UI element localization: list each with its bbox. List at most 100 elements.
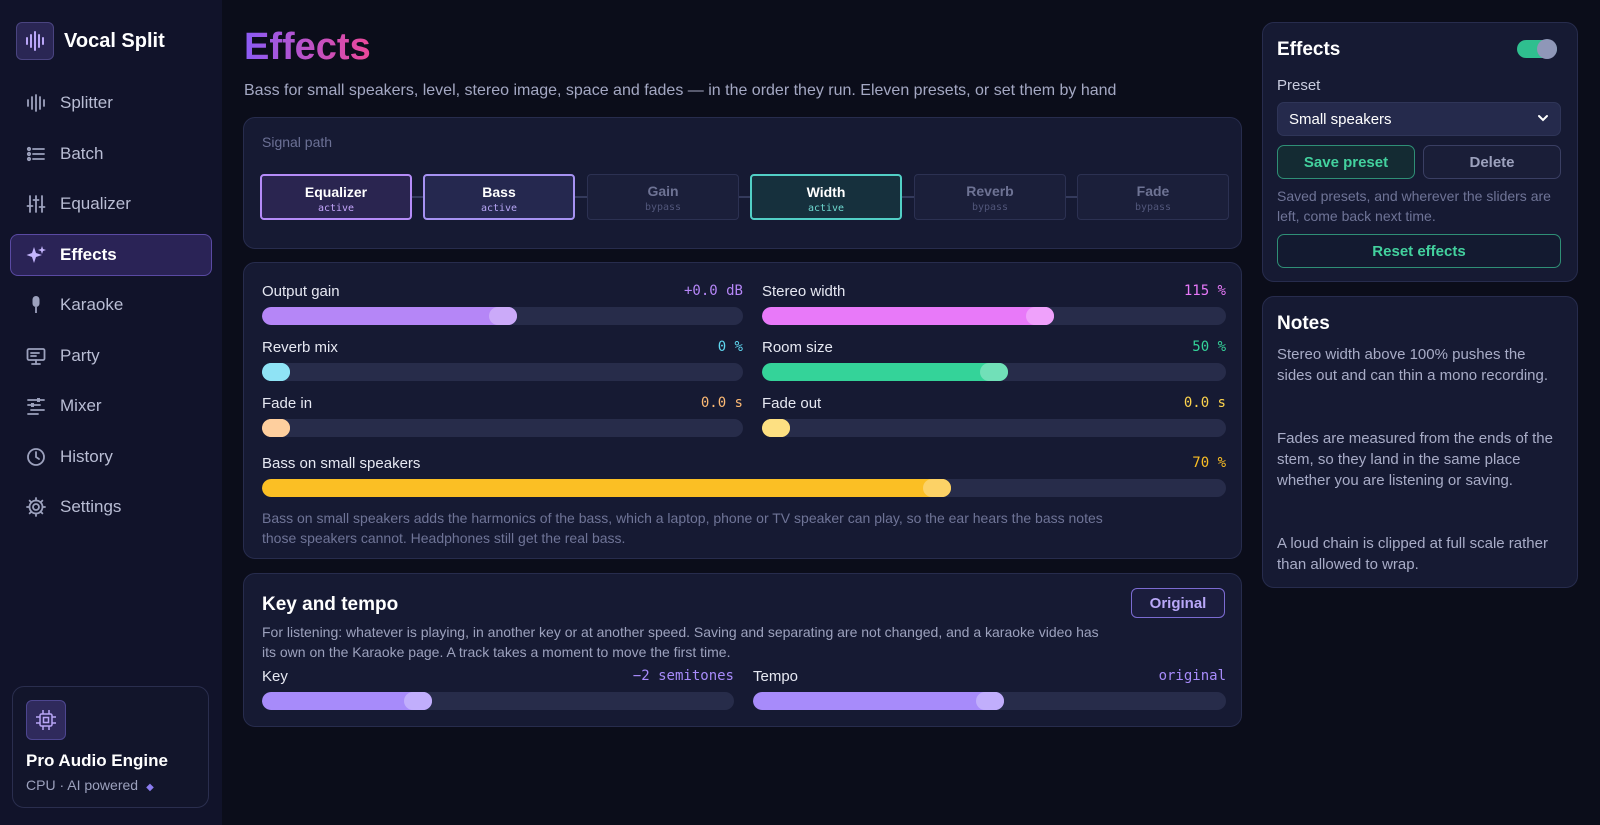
sidebar-item-mixer[interactable]: Mixer: [10, 385, 212, 427]
sidebar-item-label: Equalizer: [60, 194, 131, 213]
node-state: active: [480, 203, 518, 214]
fade-in-slider[interactable]: Fade in 0.0 s: [262, 395, 743, 437]
fade-out-slider[interactable]: Fade out 0.0 s: [762, 395, 1226, 437]
preset-help-text: Saved presets, and wherever the sliders …: [1277, 188, 1551, 224]
sidebar-item-equalizer[interactable]: Equalizer: [10, 183, 212, 225]
slider-fill: [262, 307, 517, 325]
room-size-slider[interactable]: Room size 50 %: [762, 339, 1226, 381]
clock-icon: [25, 446, 47, 468]
signal-node-gain[interactable]: Gain bypass: [587, 174, 739, 220]
effects-toggle[interactable]: [1517, 39, 1557, 59]
signal-path-label: Signal path: [262, 134, 333, 150]
slider-label: Tempo: [753, 668, 799, 685]
slider-track[interactable]: [762, 307, 1226, 325]
preset-value: Small speakers: [1289, 110, 1392, 128]
notes-panel: Notes Stereo width above 100% pushes the…: [1262, 296, 1578, 588]
chip-icon: [26, 700, 66, 740]
bass-description: Bass on small speakers adds the harmonic…: [262, 510, 1103, 546]
slider-track[interactable]: [753, 692, 1226, 710]
sliders-icon: [25, 193, 47, 215]
node-name: Equalizer: [304, 184, 368, 200]
node-state: active: [807, 203, 845, 214]
slider-track[interactable]: [262, 692, 734, 710]
key-slider[interactable]: Key −2 semitones: [262, 668, 734, 710]
engine-subtitle: CPU · AI powered ◆: [26, 777, 154, 793]
sidebar-item-label: Batch: [60, 143, 104, 163]
node-state: active: [317, 203, 355, 214]
stereo-width-slider[interactable]: Stereo width 115 %: [762, 283, 1226, 325]
slider-thumb[interactable]: [762, 419, 790, 437]
sidebar-item-label: Mixer: [60, 396, 102, 415]
sidebar-item-label: History: [60, 446, 113, 466]
slider-label: Room size: [762, 339, 833, 356]
slider-thumb[interactable]: [262, 363, 290, 381]
signal-node-reverb[interactable]: Reverb bypass: [914, 174, 1066, 220]
sidebar-item-label: Effects: [60, 244, 117, 264]
slider-value: −2 semitones: [632, 668, 734, 684]
slider-fill: [762, 307, 1055, 325]
sidebar-item-batch[interactable]: Batch: [10, 133, 212, 175]
slider-thumb[interactable]: [975, 692, 1004, 710]
slider-thumb[interactable]: [262, 419, 290, 437]
bass-small-speakers-slider[interactable]: Bass on small speakers 70 %: [262, 455, 1226, 497]
toggle-knob: [1537, 39, 1557, 59]
slider-value: 50 %: [1192, 339, 1226, 355]
slider-label: Bass on small speakers: [262, 455, 421, 472]
sidebar-item-effects[interactable]: Effects: [10, 233, 212, 276]
slider-track[interactable]: [762, 363, 1226, 381]
mixer-icon: [25, 395, 47, 417]
node-name: Fade: [1136, 183, 1170, 199]
engine-subtitle-text: CPU · AI powered: [26, 777, 139, 793]
output-gain-slider[interactable]: Output gain +0.0 dB: [262, 283, 743, 325]
note-paragraph: A loud chain is clipped at full scale ra…: [1277, 535, 1548, 573]
sidebar-item-party[interactable]: Party: [10, 335, 212, 377]
chevron-down-icon: [1536, 111, 1550, 129]
signal-node-width[interactable]: Width active: [750, 174, 902, 220]
sidebar-item-settings[interactable]: Settings: [10, 486, 212, 528]
reset-effects-button[interactable]: Reset effects: [1277, 234, 1561, 268]
slider-track[interactable]: [262, 363, 743, 381]
delete-preset-button[interactable]: Delete: [1423, 145, 1561, 179]
tempo-slider[interactable]: Tempo original: [753, 668, 1226, 710]
node-name: Bass: [482, 184, 516, 200]
slider-value: original: [1158, 668, 1226, 684]
slider-value: 70 %: [1192, 455, 1226, 471]
slider-track[interactable]: [262, 419, 743, 437]
engine-card: Pro Audio Engine CPU · AI powered ◆: [12, 686, 209, 808]
sparkle-icon: [25, 244, 47, 266]
slider-value: 0.0 s: [700, 395, 743, 411]
sidebar-item-label: Settings: [60, 497, 122, 516]
slider-value: 0 %: [717, 339, 743, 355]
original-button[interactable]: Original: [1131, 588, 1225, 618]
slider-track[interactable]: [262, 479, 1226, 497]
slider-thumb[interactable]: [980, 363, 1008, 381]
slider-fill: [753, 692, 1004, 710]
page-subtitle: Bass for small speakers, level, stereo i…: [244, 82, 1117, 99]
save-preset-button[interactable]: Save preset: [1277, 145, 1415, 179]
sidebar-item-karaoke[interactable]: Karaoke: [10, 284, 212, 326]
slider-track[interactable]: [762, 419, 1226, 437]
sidebar-item-splitter[interactable]: Splitter: [10, 82, 212, 124]
signal-path-card: Signal path Equalizer active Bass active…: [243, 117, 1242, 249]
page-title: Effects: [244, 26, 371, 68]
slider-thumb[interactable]: [403, 692, 432, 710]
sidebar-item-label: Karaoke: [60, 295, 124, 314]
preset-select[interactable]: Small speakers: [1277, 102, 1561, 136]
reverb-mix-slider[interactable]: Reverb mix 0 %: [262, 339, 743, 381]
signal-chain: Equalizer active Bass active Gain bypass…: [260, 174, 1229, 220]
slider-value: 115 %: [1183, 283, 1226, 299]
microphone-icon: [25, 294, 47, 316]
slider-thumb[interactable]: [922, 479, 951, 497]
signal-node-fade[interactable]: Fade bypass: [1077, 174, 1229, 220]
brand[interactable]: Vocal Split: [16, 22, 165, 60]
slider-thumb[interactable]: [488, 307, 517, 325]
sidebar-item-history[interactable]: History: [10, 436, 212, 478]
slider-label: Fade in: [262, 395, 313, 412]
slider-label: Stereo width: [762, 283, 846, 300]
slider-track[interactable]: [262, 307, 743, 325]
slider-thumb[interactable]: [1026, 307, 1055, 325]
key-tempo-card: Key and tempo Original For listening: wh…: [243, 573, 1242, 727]
signal-node-bass[interactable]: Bass active: [423, 174, 575, 220]
signal-node-equalizer[interactable]: Equalizer active: [260, 174, 412, 220]
waveform-icon: [25, 92, 47, 114]
